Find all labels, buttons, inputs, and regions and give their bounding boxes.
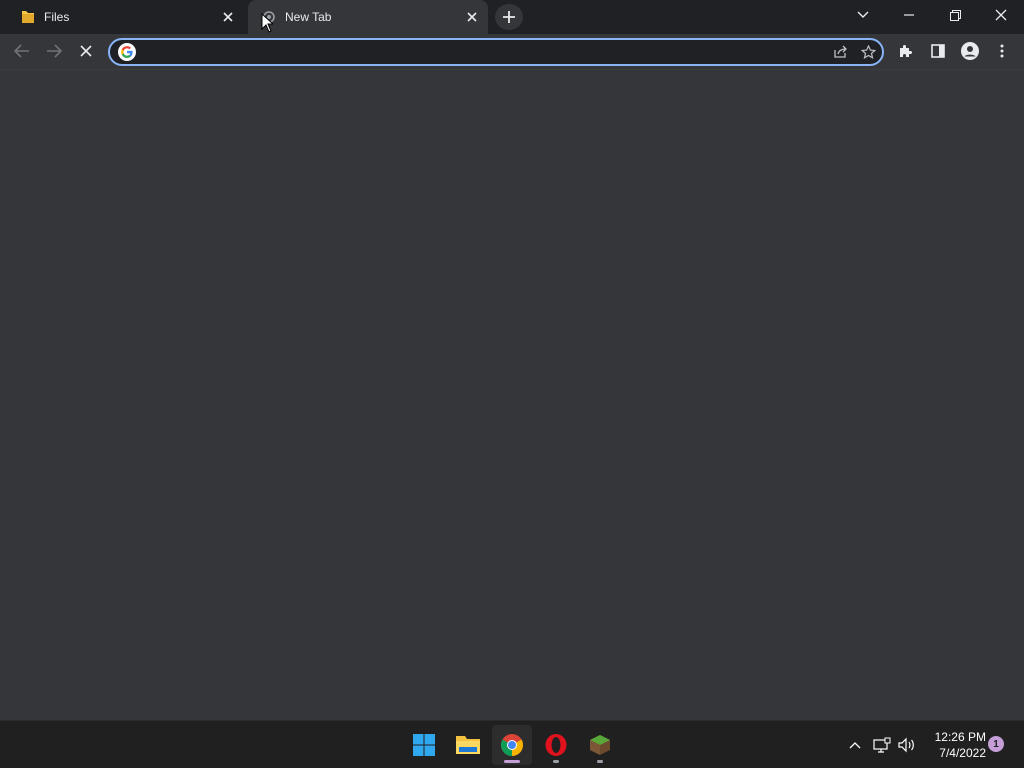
side-panel-button[interactable] xyxy=(923,36,953,66)
close-icon xyxy=(80,45,92,57)
opera-button[interactable] xyxy=(536,725,576,765)
taskbar-clock[interactable]: 12:26 PM 7/4/2022 xyxy=(926,729,986,761)
close-icon xyxy=(995,9,1007,21)
forward-arrow-icon xyxy=(47,44,62,58)
clock-date: 7/4/2022 xyxy=(939,746,986,760)
volume-icon[interactable] xyxy=(895,733,919,757)
new-tab-button[interactable] xyxy=(495,4,523,30)
file-explorer-icon xyxy=(456,736,480,754)
google-icon xyxy=(118,43,136,61)
folder-icon xyxy=(21,10,35,24)
opera-icon xyxy=(545,734,567,756)
show-hidden-icons-button[interactable] xyxy=(843,733,867,757)
menu-button[interactable] xyxy=(987,36,1017,66)
running-indicator xyxy=(597,760,603,763)
minimize-button[interactable] xyxy=(886,0,932,30)
chrome-icon xyxy=(501,734,523,756)
taskbar: 12:26 PM 7/4/2022 xyxy=(0,720,1024,768)
back-button[interactable] xyxy=(7,36,37,66)
address-bar[interactable] xyxy=(108,38,884,66)
tab-files[interactable]: Files xyxy=(8,0,244,34)
mouse-cursor-icon xyxy=(261,13,273,33)
clock-time: 12:26 PM xyxy=(934,730,986,744)
start-icon xyxy=(413,734,435,756)
avatar-icon xyxy=(961,42,979,60)
address-input[interactable] xyxy=(142,44,826,60)
bookmark-star-icon[interactable] xyxy=(854,40,882,64)
tab-search-button[interactable] xyxy=(840,0,886,30)
back-arrow-icon xyxy=(14,44,29,58)
profile-button[interactable] xyxy=(955,36,985,66)
restore-icon xyxy=(949,9,961,21)
chevron-up-icon xyxy=(849,742,861,749)
close-tab-icon[interactable] xyxy=(218,7,238,27)
tab-new-tab[interactable]: New Tab xyxy=(248,0,488,34)
forward-button[interactable] xyxy=(39,36,69,66)
file-explorer-button[interactable] xyxy=(448,725,488,765)
tab-title: Files xyxy=(44,10,70,24)
tab-title: New Tab xyxy=(285,10,332,24)
extensions-button[interactable] xyxy=(891,36,921,66)
page-content xyxy=(0,71,1024,720)
puzzle-icon xyxy=(900,45,912,57)
minimize-icon xyxy=(904,14,914,16)
more-vert-icon xyxy=(1000,44,1004,58)
browser-toolbar xyxy=(0,34,1024,70)
minecraft-icon xyxy=(590,735,610,755)
side-panel-icon xyxy=(931,44,945,58)
chevron-down-icon xyxy=(857,11,869,18)
share-icon[interactable] xyxy=(826,40,854,64)
start-button[interactable] xyxy=(404,725,444,765)
plus-icon xyxy=(503,11,515,23)
active-indicator xyxy=(504,760,520,763)
running-indicator xyxy=(553,760,559,763)
notification-badge[interactable]: 1 xyxy=(988,736,1004,752)
close-tab-icon[interactable] xyxy=(462,7,482,27)
minecraft-button[interactable] xyxy=(580,725,620,765)
stop-loading-button[interactable] xyxy=(71,36,101,66)
tab-strip: Files New Tab xyxy=(0,0,1024,34)
network-icon[interactable] xyxy=(870,733,894,757)
chrome-button[interactable] xyxy=(492,725,532,765)
close-window-button[interactable] xyxy=(978,0,1024,30)
restore-button[interactable] xyxy=(932,0,978,30)
